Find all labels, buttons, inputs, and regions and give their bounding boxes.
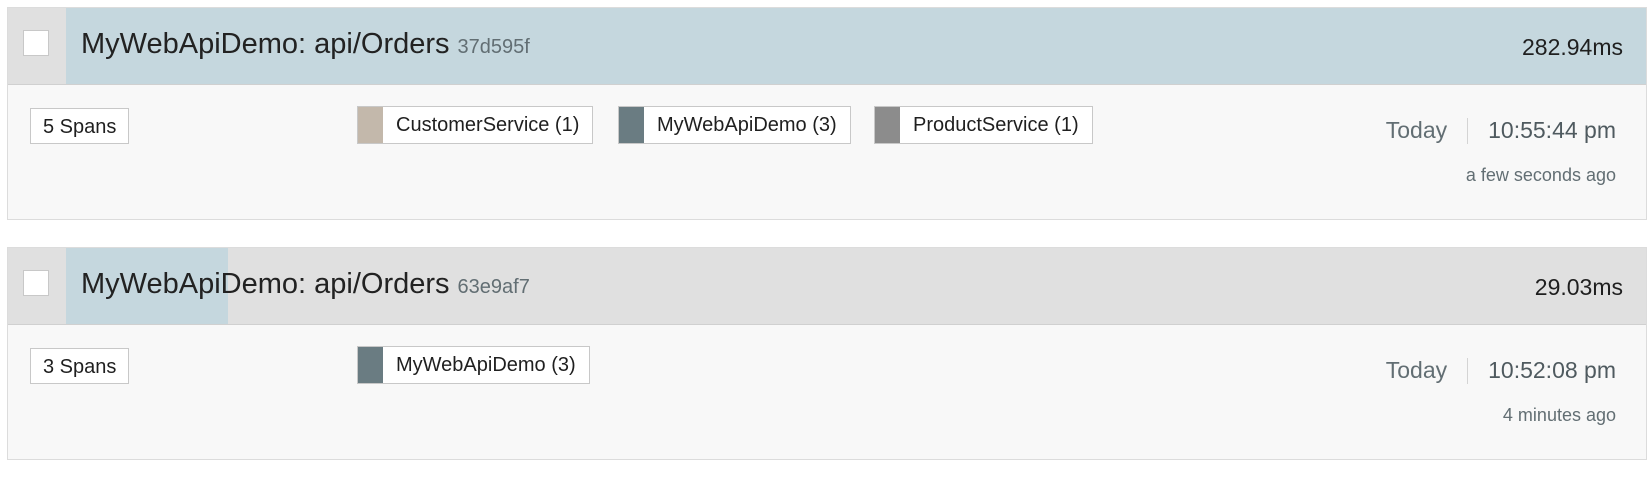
service-tag-label: MyWebApiDemo (3) — [657, 113, 837, 136]
trace-header[interactable]: MyWebApiDemo: api/Orders 37d595f 282.94ms — [8, 8, 1646, 85]
timestamp-time: 10:55:44 pm — [1488, 117, 1616, 143]
trace-duration: 29.03ms — [1534, 274, 1623, 300]
service-tag-label: CustomerService (1) — [396, 113, 580, 136]
service-tag-label: ProductService (1) — [913, 113, 1079, 136]
trace-id: 63e9af7 — [457, 276, 530, 298]
service-tag-mywebapidemo[interactable]: MyWebApiDemo (3) — [357, 346, 590, 384]
select-trace-checkbox[interactable] — [23, 30, 49, 56]
trace-body: 5 Spans CustomerService (1) MyWebApiDemo… — [8, 85, 1646, 219]
timestamp-divider — [1467, 117, 1469, 144]
service-color-swatch-icon — [875, 107, 900, 143]
trace-result-card[interactable]: MyWebApiDemo: api/Orders 37d595f 282.94ms… — [7, 7, 1647, 220]
timestamp-day: Today — [1385, 117, 1448, 143]
trace-title[interactable]: MyWebApiDemo: api/Orders 63e9af7 — [81, 268, 530, 301]
trace-id: 37d595f — [457, 36, 530, 58]
trace-title-text: MyWebApiDemo: api/Orders — [81, 28, 450, 60]
service-tag-label: MyWebApiDemo (3) — [396, 353, 576, 376]
trace-title-text: MyWebApiDemo: api/Orders — [81, 268, 450, 300]
span-count-badge: 5 Spans — [30, 108, 130, 144]
trace-timestamp: Today 10:52:08 pm — [1386, 357, 1616, 384]
trace-body: 3 Spans MyWebApiDemo (3) Today 10:52:08 … — [8, 325, 1646, 459]
service-tag-customerservice[interactable]: CustomerService (1) — [357, 106, 594, 144]
relative-time: 4 minutes ago — [1502, 405, 1616, 425]
select-trace-checkbox[interactable] — [23, 270, 49, 296]
service-tag-productservice[interactable]: ProductService (1) — [874, 106, 1093, 144]
span-count-badge: 3 Spans — [30, 348, 130, 384]
trace-result-card[interactable]: MyWebApiDemo: api/Orders 63e9af7 29.03ms … — [7, 247, 1647, 460]
service-color-swatch-icon — [358, 107, 383, 143]
trace-title[interactable]: MyWebApiDemo: api/Orders 37d595f — [81, 28, 530, 61]
timestamp-time: 10:52:08 pm — [1488, 357, 1616, 383]
trace-header[interactable]: MyWebApiDemo: api/Orders 63e9af7 29.03ms — [8, 248, 1646, 325]
service-color-swatch-icon — [358, 347, 383, 383]
timestamp-day: Today — [1385, 357, 1448, 383]
relative-time: a few seconds ago — [1465, 165, 1616, 185]
timestamp-divider — [1467, 357, 1469, 384]
service-color-swatch-icon — [619, 107, 644, 143]
trace-duration: 282.94ms — [1521, 34, 1623, 60]
trace-timestamp: Today 10:55:44 pm — [1386, 117, 1616, 144]
service-tag-mywebapidemo[interactable]: MyWebApiDemo (3) — [618, 106, 851, 144]
